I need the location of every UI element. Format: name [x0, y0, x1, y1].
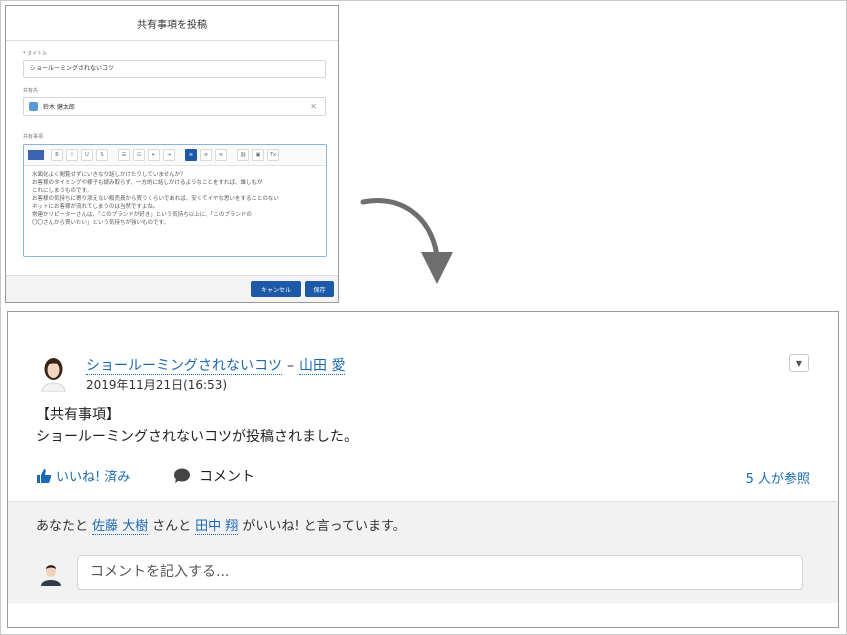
- likes-summary: あなたと 佐藤 大樹 さんと 田中 翔がいいね! と言っています。: [36, 515, 406, 535]
- editor-line: ネットにお客様が流れてしまうのは当然ですよね。: [32, 204, 159, 210]
- current-user-avatar: [39, 560, 63, 586]
- text-color-picker[interactable]: [28, 150, 44, 160]
- strikethrough-button[interactable]: S: [96, 149, 108, 161]
- title-input[interactable]: ショールーミングされないコツ: [23, 60, 326, 78]
- required-mark: *: [23, 51, 26, 57]
- author-link[interactable]: 山田 愛: [299, 358, 346, 375]
- feed-post-card: ショールーミングされないコツ – 山田 愛 2019年11月21日(16:53) ▼…: [7, 311, 839, 628]
- editor-line: 〇〇さんから買いたい」という気持ちが強いものです。: [32, 220, 169, 226]
- likes-middle: さんと: [152, 519, 192, 534]
- title-field-label: * タイトル: [23, 50, 47, 57]
- close-icon[interactable]: ✕: [310, 102, 317, 111]
- outdent-button[interactable]: ⇤: [148, 149, 160, 161]
- post-body-text: ショールーミングされないコツが投稿されました。: [36, 429, 358, 445]
- thumbs-up-icon: [37, 468, 52, 483]
- user-icon: [29, 102, 38, 111]
- title-field-label-text: タイトル: [27, 51, 48, 57]
- liker-link[interactable]: 田中 翔: [195, 519, 239, 535]
- bullet-list-button[interactable]: ☰: [118, 149, 130, 161]
- chevron-down-icon: ▼: [795, 358, 803, 368]
- cancel-button[interactable]: キャンセル: [251, 281, 301, 297]
- align-center-button[interactable]: ≡: [200, 149, 212, 161]
- liker-link[interactable]: 佐藤 大樹: [92, 519, 149, 535]
- post-actions: いいね! 済み コメント 5 人が参照: [36, 466, 838, 488]
- comment-label: コメント: [199, 469, 255, 485]
- align-right-button[interactable]: ≡: [215, 149, 227, 161]
- editor-line: これにしまうものです。: [32, 188, 92, 194]
- author-avatar[interactable]: [37, 352, 70, 392]
- clear-format-button[interactable]: Tx: [267, 149, 279, 161]
- sharer-name: 鈴木 健太郎: [43, 104, 75, 111]
- modal-title: 共有事項を投稿: [137, 19, 207, 31]
- editor-line: お客様のタイミングや様子も読み取らず、一方的に話しかけるようなことをすれば、誰し…: [32, 180, 263, 186]
- modal-header: 共有事項を投稿: [6, 6, 338, 41]
- likes-prefix: あなたと: [36, 519, 89, 534]
- title-separator: –: [287, 358, 294, 374]
- body-field-label: 共有事項: [23, 134, 44, 140]
- like-label: いいね! 済み: [56, 470, 131, 485]
- link-button[interactable]: ⛓: [237, 149, 249, 161]
- align-left-button[interactable]: ≡: [185, 149, 197, 161]
- participants-link[interactable]: 5 人が参照: [746, 468, 810, 487]
- sharer-field-label: 共有先: [23, 88, 39, 94]
- curved-arrow-icon: [360, 198, 453, 284]
- image-button[interactable]: ▣: [252, 149, 264, 161]
- comment-input[interactable]: コメントを記入する...: [77, 555, 803, 590]
- post-title-link[interactable]: ショールーミングされないコツ: [86, 358, 282, 375]
- post-body-heading: 【共有事項】: [36, 407, 120, 423]
- post-menu-button[interactable]: ▼: [789, 354, 809, 372]
- card-footer: [8, 603, 838, 627]
- post-title-line: ショールーミングされないコツ – 山田 愛: [86, 355, 346, 375]
- post-body: 【共有事項】 ショールーミングされないコツが投稿されました。: [36, 404, 358, 448]
- post-datetime: 2019年11月21日(16:53): [86, 378, 228, 392]
- like-button[interactable]: いいね! 済み: [36, 466, 130, 485]
- editor-line: お客様の気持ちに寄り添えない販売員から買うくらいであれば、安くてイヤな思いをする…: [32, 196, 279, 202]
- italic-button[interactable]: I: [66, 149, 78, 161]
- likes-comments-panel: あなたと 佐藤 大樹 さんと 田中 翔がいいね! と言っています。 コメントを記入する…: [8, 501, 838, 604]
- likes-suffix: がいいね! と言っています。: [242, 519, 406, 534]
- comment-button[interactable]: コメント: [173, 466, 255, 486]
- indent-button[interactable]: ⇥: [163, 149, 175, 161]
- save-button[interactable]: 保存: [305, 281, 334, 297]
- editor-line: 水面化よく閲覧せずにいきなり話しかけたりしていませんか？: [32, 172, 186, 178]
- underline-button[interactable]: U: [81, 149, 93, 161]
- modal-footer: キャンセル 保存: [6, 275, 338, 302]
- share-post-modal: 共有事項を投稿 * タイトル ショールーミングされないコツ 共有先 鈴木 健太郎…: [5, 5, 339, 303]
- numbered-list-button[interactable]: ☷: [133, 149, 145, 161]
- editor-content: 水面化よく閲覧せずにいきなり話しかけたりしていませんか？ お客様のタイミングや様…: [32, 171, 318, 227]
- modal-body: * タイトル ショールーミングされないコツ 共有先 鈴木 健太郎 ✕ 共有事項 …: [6, 41, 338, 276]
- speech-bubble-icon: [174, 468, 190, 483]
- bold-button[interactable]: B: [51, 149, 63, 161]
- sharer-lookup[interactable]: 鈴木 健太郎 ✕: [23, 97, 326, 116]
- editor-line: 常連かリピーターさんは、「このブランドが好き」という気持ち以上に、「このブランド…: [32, 212, 252, 218]
- editor-toolbar: B I U S ☰ ☷ ⇤ ⇥ ≡ ≡ ≡ ⛓ ▣ Tx: [24, 145, 326, 166]
- rich-text-editor[interactable]: B I U S ☰ ☷ ⇤ ⇥ ≡ ≡ ≡ ⛓ ▣ Tx 水面化よく閲覧せずにい…: [23, 144, 327, 257]
